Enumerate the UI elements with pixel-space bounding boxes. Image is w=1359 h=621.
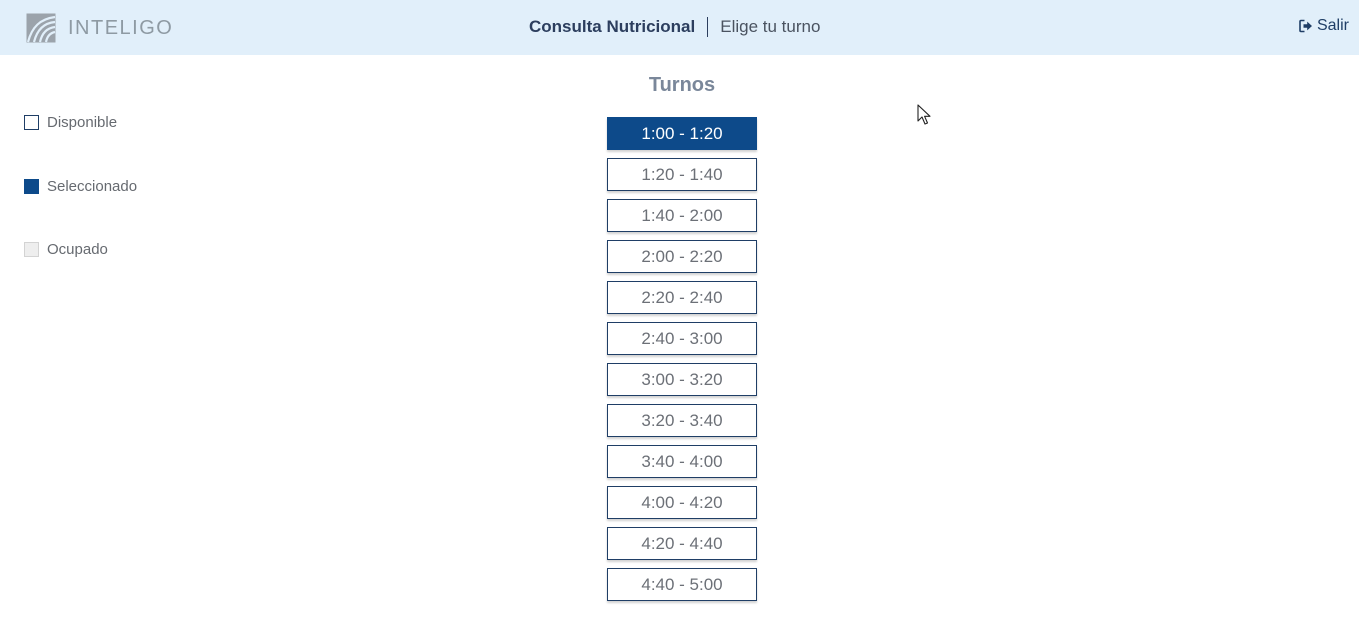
- brand-logo[interactable]: INTELIGO: [26, 13, 173, 43]
- time-slot-button[interactable]: 2:20 - 2:40: [607, 281, 757, 314]
- legend-label: Disponible: [47, 114, 118, 131]
- legend-item-available: Disponible: [24, 114, 117, 131]
- page-title: Consulta Nutricional: [529, 17, 696, 36]
- sign-out-icon: [1299, 19, 1312, 33]
- logout-button[interactable]: Salir: [1299, 17, 1349, 35]
- time-slot-button[interactable]: 3:40 - 4:00: [607, 445, 757, 478]
- selected-swatch: [24, 179, 39, 194]
- available-swatch: [24, 115, 39, 130]
- logo-mark-icon: [26, 13, 56, 43]
- time-slot-button[interactable]: 4:00 - 4:20: [607, 486, 757, 519]
- time-slot-button[interactable]: 3:00 - 3:20: [607, 363, 757, 396]
- slots-title: Turnos: [648, 74, 716, 96]
- time-slot-button[interactable]: 3:20 - 3:40: [607, 404, 757, 437]
- page-subtitle: Elige tu turno: [720, 17, 821, 36]
- legend-label: Ocupado: [47, 241, 108, 258]
- time-slot-button[interactable]: 1:00 - 1:20: [607, 117, 757, 150]
- page-heading: Consulta Nutricional Elige tu turno: [529, 16, 820, 38]
- heading-divider: [707, 17, 709, 37]
- occupied-swatch: [24, 242, 39, 257]
- time-slot-button[interactable]: 4:20 - 4:40: [607, 527, 757, 560]
- legend-item-selected: Seleccionado: [24, 178, 137, 195]
- legend-item-occupied: Ocupado: [24, 241, 108, 258]
- time-slot-button[interactable]: 1:20 - 1:40: [607, 158, 757, 191]
- mouse-pointer-icon: [917, 104, 931, 125]
- legend-label: Seleccionado: [47, 178, 138, 195]
- logout-label: Salir: [1316, 17, 1349, 34]
- app-header: INTELIGO Consulta Nutricional Elige tu t…: [0, 0, 1359, 55]
- time-slot-button[interactable]: 4:40 - 5:00: [607, 568, 757, 601]
- time-slot-button[interactable]: 2:40 - 3:00: [607, 322, 757, 355]
- time-slot-button[interactable]: 1:40 - 2:00: [607, 199, 757, 232]
- logo-text: INTELIGO: [68, 16, 174, 39]
- time-slot-button[interactable]: 2:00 - 2:20: [607, 240, 757, 273]
